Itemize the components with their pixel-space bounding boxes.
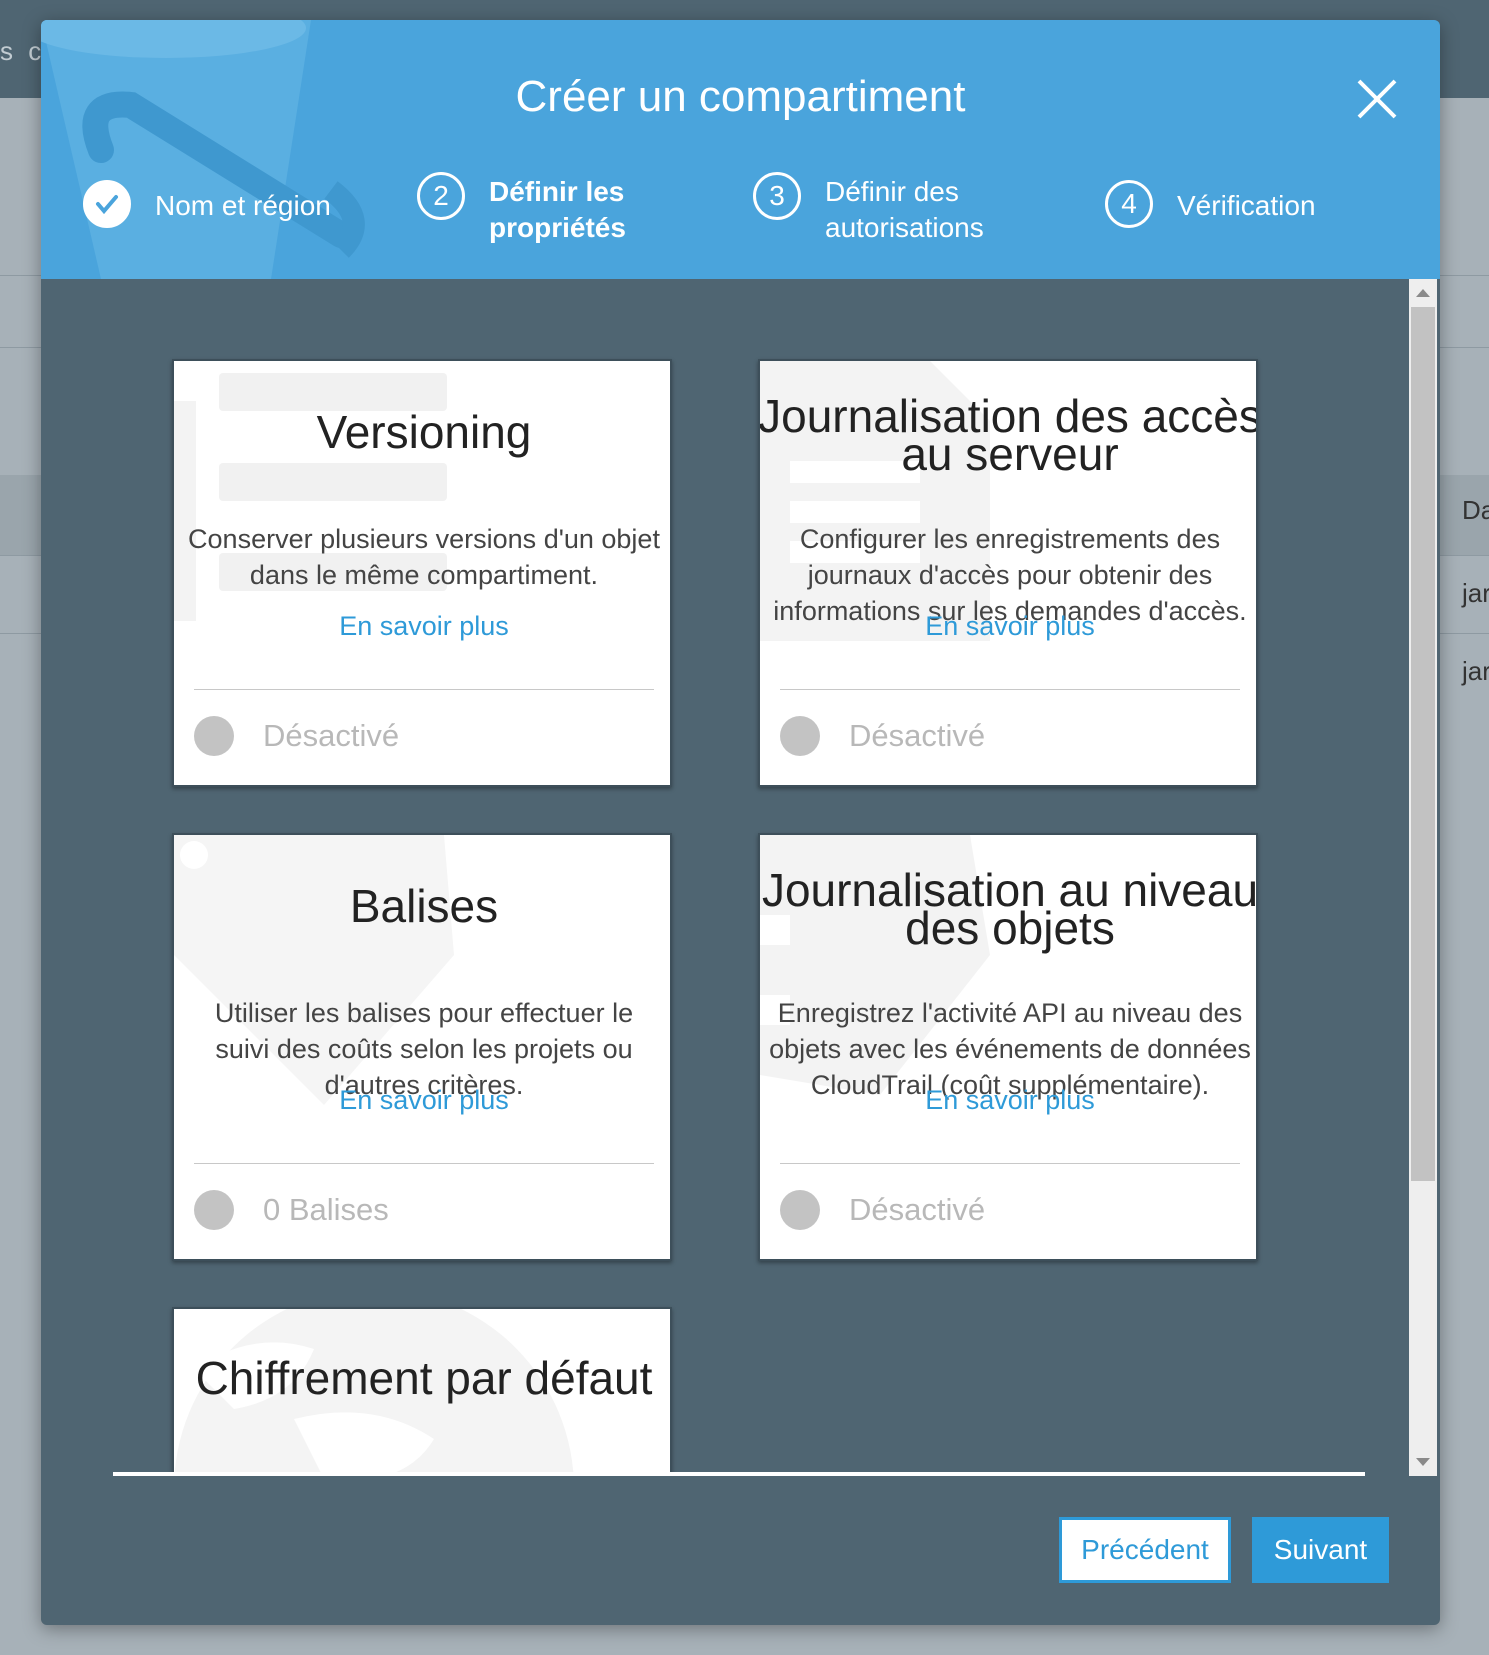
learn-more-link[interactable]: En savoir plus xyxy=(760,611,1256,642)
background-column-header: Da xyxy=(1462,495,1489,525)
card-title: Versioning xyxy=(316,406,532,458)
card-title: Journalisation au niveau des objets xyxy=(761,864,1258,954)
step-label: Définir les propriétés xyxy=(489,176,626,243)
scroll-up-icon[interactable] xyxy=(1416,289,1430,297)
card-status: Désactivé xyxy=(263,718,400,753)
background-cell: jar xyxy=(1462,578,1489,608)
step-label: Nom et région xyxy=(155,190,331,221)
create-bucket-modal: Créer un compartiment Nom et région 2 Dé… xyxy=(41,20,1440,1625)
versioning-toggle[interactable] xyxy=(194,716,234,756)
card-status: Désactivé xyxy=(849,718,986,753)
card-divider xyxy=(780,1163,1240,1164)
step-label: Vérification xyxy=(1177,190,1316,221)
tags-toggle[interactable] xyxy=(194,1190,234,1230)
card-object-level-logging: Journalisation au niveau des objets Enre… xyxy=(758,833,1258,1261)
card-status: 0 Balises xyxy=(263,1192,389,1227)
card-title: Journalisation des accès au serveur xyxy=(758,390,1258,480)
card-status: Désactivé xyxy=(849,1192,986,1227)
card-default-encryption: Chiffrement par défaut xyxy=(172,1307,672,1476)
content-bottom-divider xyxy=(113,1472,1365,1476)
step-number: 2 xyxy=(417,172,465,220)
step-completed-indicator xyxy=(83,180,131,228)
next-button[interactable]: Suivant xyxy=(1252,1517,1389,1583)
card-divider xyxy=(194,1163,654,1164)
step-define-properties[interactable]: 2 Définir les propriétés xyxy=(417,172,679,246)
step-define-permissions[interactable]: 3 Définir des autorisations xyxy=(753,172,1015,246)
card-server-access-logging: Journalisation des accès au serveur Conf… xyxy=(758,359,1258,787)
background-cell: jar xyxy=(1462,656,1489,686)
modal-header: Créer un compartiment Nom et région 2 Dé… xyxy=(41,20,1440,279)
properties-content: Versioning Conserver plusieurs versions … xyxy=(41,279,1440,1476)
card-divider xyxy=(780,689,1240,690)
card-divider xyxy=(194,689,654,690)
object-level-logging-toggle[interactable] xyxy=(780,1190,820,1230)
card-title: Chiffrement par défaut xyxy=(195,1352,653,1404)
card-versioning: Versioning Conserver plusieurs versions … xyxy=(172,359,672,787)
previous-button[interactable]: Précédent xyxy=(1059,1517,1231,1583)
learn-more-link[interactable]: En savoir plus xyxy=(174,611,670,642)
modal-title: Créer un compartiment xyxy=(515,72,966,121)
step-name-region[interactable]: Nom et région xyxy=(83,180,331,228)
step-number: 4 xyxy=(1105,180,1153,228)
step-number: 3 xyxy=(753,172,801,220)
card-tags: Balises Utiliser les balises pour effect… xyxy=(172,833,672,1261)
learn-more-link[interactable]: En savoir plus xyxy=(760,1085,1256,1116)
background-header-text: s c xyxy=(0,36,46,66)
card-description: Conserver plusieurs versions d'un objet … xyxy=(188,524,660,590)
scroll-down-icon[interactable] xyxy=(1416,1458,1430,1466)
content-scrollbar[interactable] xyxy=(1409,279,1437,1476)
step-review[interactable]: 4 Vérification xyxy=(1105,180,1316,228)
bucket-watermark-icon xyxy=(41,20,365,279)
card-title: Balises xyxy=(349,880,499,932)
step-label: Définir des autorisations xyxy=(825,176,984,243)
scroll-thumb[interactable] xyxy=(1411,307,1435,1181)
learn-more-link[interactable]: En savoir plus xyxy=(174,1085,670,1116)
close-button[interactable] xyxy=(1355,77,1399,121)
check-icon xyxy=(96,195,118,215)
close-icon xyxy=(1357,79,1397,119)
server-access-logging-toggle[interactable] xyxy=(780,716,820,756)
